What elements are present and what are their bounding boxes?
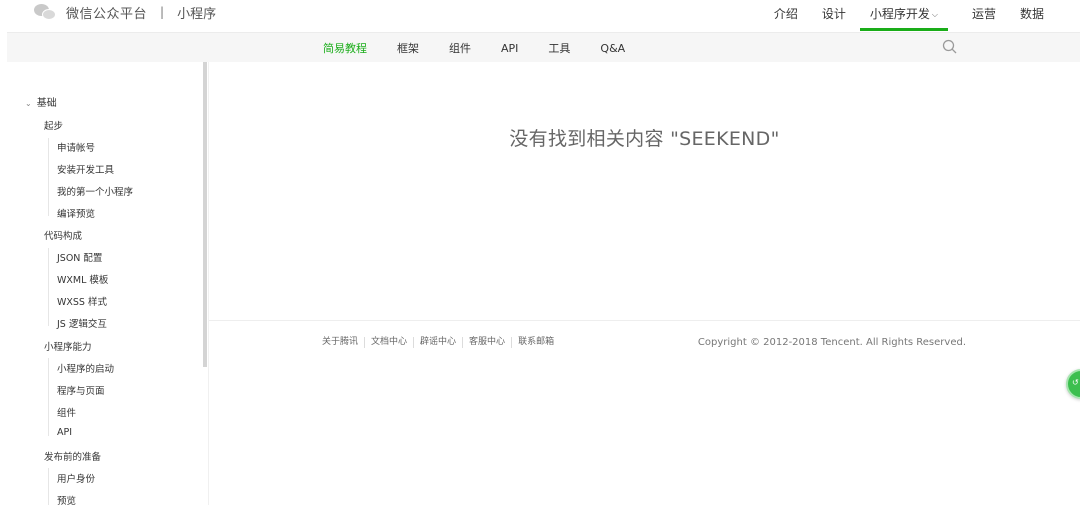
sidebar-item-capabilities[interactable]: 小程序能力 (44, 339, 92, 353)
sidebar-item-app-and-pages[interactable]: 程序与页面 (57, 383, 105, 397)
sub-nav: 简易教程 框架 组件 API 工具 Q&A (7, 32, 1080, 62)
brand-separator: | (160, 5, 165, 19)
sidebar-item-prepare-release[interactable]: 发布前的准备 (44, 449, 101, 463)
sidebar-item-compile-preview[interactable]: 编译预览 (57, 206, 95, 220)
sidebar-item-apply-account[interactable]: 申请帐号 (57, 140, 95, 154)
sidebar-item-label: 基础 (36, 98, 57, 109)
empty-result-message: 没有找到相关内容 "SEEKEND" (509, 128, 780, 150)
tab-tools[interactable]: 工具 (548, 40, 570, 56)
brand-name[interactable]: 微信公众平台 (66, 3, 147, 22)
tab-tutorial[interactable]: 简易教程 (323, 40, 367, 56)
tree-line (48, 468, 49, 505)
wechat-logo-icon (33, 2, 59, 22)
topnav-item-develop-label: 小程序开发 (869, 7, 930, 21)
sidebar-item-first-app[interactable]: 我的第一个小程序 (57, 184, 133, 198)
search-icon[interactable] (942, 39, 958, 55)
sidebar-scrollbar[interactable] (203, 62, 207, 367)
main-content: 没有找到相关内容 "SEEKEND" 关于腾讯 文档中心 辟谣中心 客服中心 联… (209, 62, 1080, 505)
chevron-down-icon: ⌄ (25, 99, 32, 108)
chevron-down-icon: ⌵ (931, 10, 938, 19)
sidebar-item-wxml-template[interactable]: WXML 模板 (57, 272, 108, 286)
topnav-item-operate[interactable]: 运营 (972, 0, 996, 32)
copyright: Copyright © 2012-2018 Tencent. All Right… (697, 337, 966, 348)
footer-link-about[interactable]: 关于腾讯 (322, 337, 364, 348)
sidebar-item-wxss-style[interactable]: WXSS 样式 (57, 294, 107, 308)
topnav-item-develop[interactable]: 小程序开发 ⌵ (859, 0, 949, 32)
footer-link-docs[interactable]: 文档中心 (364, 337, 413, 348)
footer-link-support[interactable]: 客服中心 (462, 337, 511, 348)
sidebar-item-basics[interactable]: ⌄ 基础 (25, 94, 57, 109)
footer-links: 关于腾讯 文档中心 辟谣中心 客服中心 联系邮箱 (322, 337, 560, 348)
badge-glyph-icon: ↺ (1072, 378, 1079, 387)
sidebar-item-getting-started[interactable]: 起步 (44, 118, 63, 132)
topnav-item-intro[interactable]: 介绍 (774, 0, 798, 32)
sidebar-item-components[interactable]: 组件 (57, 405, 76, 419)
topnav-item-data[interactable]: 数据 (1020, 0, 1044, 32)
product-name[interactable]: 小程序 (177, 3, 216, 22)
tab-qa[interactable]: Q&A (600, 42, 625, 55)
sidebar-item-install-tools[interactable]: 安装开发工具 (57, 162, 114, 176)
sidebar-item-launch[interactable]: 小程序的启动 (57, 361, 114, 375)
tree-line (48, 248, 49, 326)
tree-line (48, 138, 49, 216)
sidebar-item-api[interactable]: API (57, 427, 72, 438)
sidebar-item-json-config[interactable]: JSON 配置 (57, 250, 102, 264)
top-header: 微信公众平台 | 小程序 介绍 设计 小程序开发 ⌵ 运营 数据 (0, 0, 1080, 32)
sidebar-item-user-identity[interactable]: 用户身份 (57, 471, 95, 485)
tab-components[interactable]: 组件 (449, 40, 471, 56)
footer-link-email[interactable]: 联系邮箱 (511, 337, 560, 348)
tab-api[interactable]: API (501, 42, 518, 55)
footer-link-rumor[interactable]: 辟谣中心 (413, 337, 462, 348)
sidebar-item-js-logic[interactable]: JS 逻辑交互 (57, 316, 107, 330)
top-nav: 介绍 设计 小程序开发 ⌵ 运营 数据 (750, 0, 1044, 32)
brand[interactable]: 微信公众平台 | 小程序 (33, 2, 216, 22)
sidebar-item-code-structure[interactable]: 代码构成 (44, 228, 82, 242)
sidebar: ⌄ 基础 起步 申请帐号 安装开发工具 我的第一个小程序 编译预览 代码构成 JS… (7, 62, 209, 505)
sidebar-item-preview[interactable]: 预览 (57, 493, 76, 505)
footer: 关于腾讯 文档中心 辟谣中心 客服中心 联系邮箱 Copyright © 201… (209, 320, 1080, 366)
tab-framework[interactable]: 框架 (397, 40, 419, 56)
tree-line (48, 358, 49, 436)
topnav-item-design[interactable]: 设计 (822, 0, 846, 32)
